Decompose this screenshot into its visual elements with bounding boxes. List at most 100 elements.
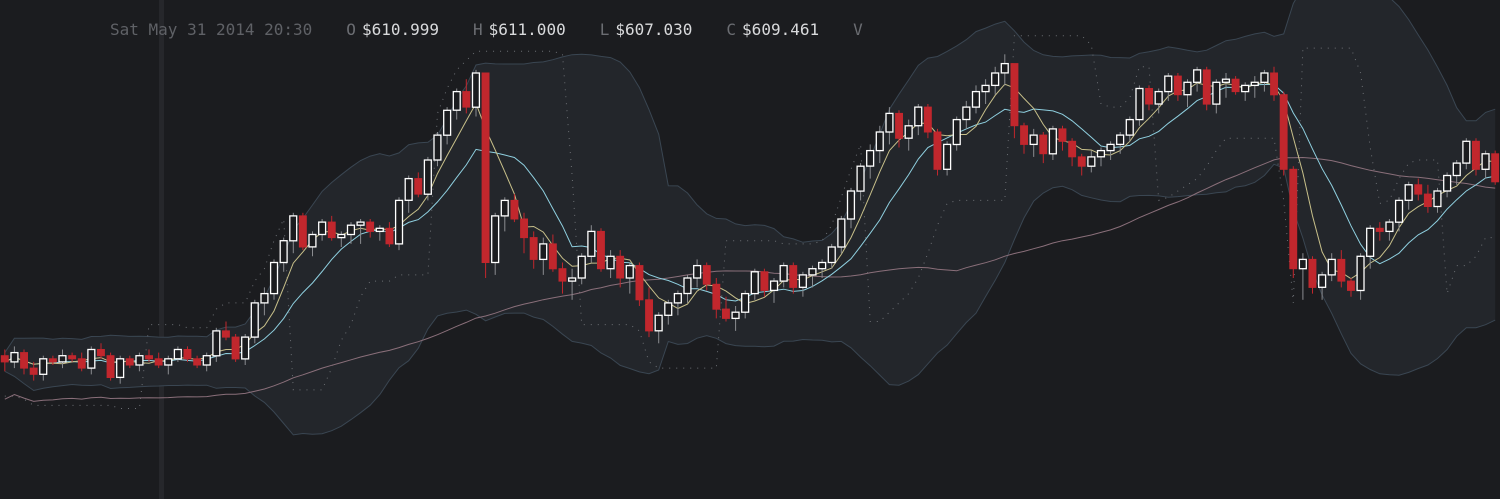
candle-body-up (500, 199, 509, 217)
candle-body-up (837, 218, 846, 248)
bollinger-band-fill (4, 0, 1496, 435)
candle-body-up (423, 159, 432, 195)
candle-body-down (20, 352, 29, 369)
candle-body-down (1270, 72, 1278, 96)
candle-body-up (202, 355, 211, 366)
candle-body-down (298, 215, 307, 248)
candle-body-down (1423, 193, 1432, 208)
candle-body-up (308, 233, 317, 248)
candle-body-down (193, 358, 202, 366)
candle-body-up (1452, 162, 1461, 177)
candle-body-up (1241, 84, 1250, 93)
candle-body-up (1096, 149, 1106, 158)
candle-body-up (346, 224, 356, 236)
candle-body-up (1183, 81, 1192, 96)
candle-body-down (222, 330, 230, 338)
candle-body-down (154, 358, 163, 366)
candle-body-up (991, 72, 1000, 87)
candle-body-up (693, 264, 702, 279)
candle-body-down (1039, 134, 1048, 155)
candle-body-up (1433, 190, 1442, 208)
candle-body-down (895, 112, 903, 139)
candle-body-up (1404, 184, 1413, 201)
candle-body-down (231, 336, 240, 360)
candle-body-up (433, 134, 442, 161)
candle-body-down (327, 221, 336, 239)
candle-body-down (1077, 156, 1086, 167)
candle-body-down (1308, 258, 1317, 288)
candle-body-up (471, 72, 481, 108)
candle-body-up (1327, 258, 1336, 276)
candle-body-down (510, 199, 519, 220)
candle-body-up (587, 230, 596, 257)
candle-body-up (404, 177, 413, 201)
candle-body-up (260, 292, 269, 304)
candle-body-up (116, 358, 125, 379)
candle-body-up (875, 131, 884, 152)
candle-body-down (1279, 94, 1288, 170)
candle-body-down (1289, 168, 1298, 270)
candle-body-up (1029, 134, 1038, 146)
candle-body-up (1366, 227, 1375, 257)
candle-body-up (375, 227, 384, 233)
candle-body-up (241, 336, 250, 360)
candle-body-up (1318, 274, 1327, 288)
candle-body-down (1173, 75, 1182, 96)
candle-body-up (289, 215, 298, 242)
candle-body-down (789, 265, 798, 288)
candle-body-down (1020, 125, 1028, 145)
candle-body-up (318, 221, 327, 236)
candle-body-down (923, 106, 932, 133)
candle-body-up (943, 143, 952, 170)
candle-body-down (0, 355, 9, 363)
candle-body-up (769, 280, 779, 292)
candle-body-down (366, 221, 375, 232)
candle-body-down (558, 268, 567, 282)
candle-body-down (462, 91, 471, 108)
candle-body-up (58, 355, 67, 363)
candle-body-down (48, 358, 57, 363)
candle-body-up (673, 292, 682, 304)
candle-body-up (818, 261, 827, 270)
candle-body-up (1462, 140, 1471, 164)
candle-body-up (606, 255, 615, 270)
candle-body-up (279, 240, 288, 264)
candle-body-up (356, 221, 365, 226)
candle-body-down (760, 271, 769, 291)
price-plot[interactable] (0, 0, 1500, 499)
candle-body-down (481, 72, 490, 263)
candle-body-up (1394, 199, 1404, 223)
candle-body-down (145, 355, 154, 360)
candle-body-up (846, 190, 856, 220)
candle-body-down (77, 358, 86, 369)
candle-body-up (625, 264, 634, 279)
candle-body-down (29, 367, 38, 375)
candle-body-up (1212, 81, 1221, 105)
candle-body-up (337, 233, 346, 239)
candle-body-up (971, 90, 981, 108)
candle-body-down (125, 358, 134, 366)
candle-body-down (68, 355, 77, 360)
candle-body-up (856, 165, 865, 192)
candle-body-up (452, 90, 461, 111)
candle-body-up (1298, 258, 1307, 270)
candle-body-up (962, 106, 971, 121)
candle-body-down (97, 349, 105, 357)
candle-body-up (1087, 156, 1096, 167)
chart-root: Sat May 31 2014 20:30 O $610.999 H $611.… (0, 0, 1500, 499)
candle-body-up (1154, 90, 1163, 105)
candle-body-up (539, 243, 548, 261)
candle-body-up (1221, 78, 1231, 83)
candle-body-down (1337, 258, 1346, 282)
candle-body-down (529, 237, 538, 260)
candle-body-up (39, 358, 48, 375)
candle-body-down (1068, 140, 1077, 158)
candle-body-up (750, 271, 759, 295)
candle-body-down (1058, 128, 1067, 142)
candle-body-up (1000, 62, 1009, 74)
candle-body-up (952, 118, 961, 146)
candle-body-up (491, 215, 500, 264)
candle-body-up (1164, 75, 1173, 93)
candle-body-up (10, 351, 19, 363)
candle-body-up (779, 264, 788, 282)
